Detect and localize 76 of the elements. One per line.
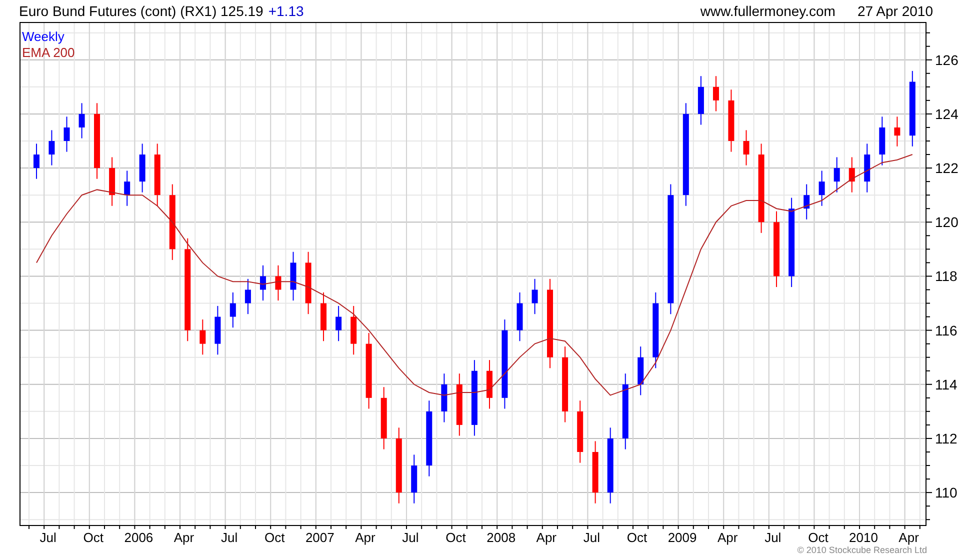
candle [864,143,870,193]
x-tick-label: Oct [808,530,828,545]
x-tick-label: Oct [626,530,648,545]
x-tick-label: Jul [583,530,600,545]
y-tick-label: 112 [935,430,958,446]
candle [743,130,750,166]
x-tick-label: 2007 [305,530,334,545]
candle [380,386,387,450]
candle [728,89,734,152]
candle [577,400,584,464]
candle [350,305,357,356]
candle [214,305,221,356]
x-tick-label: 2010 [849,530,878,545]
candle [200,318,206,356]
candle [713,76,719,112]
x-tick-label: Oct [446,530,466,545]
x-tick-label: Apr [717,530,738,545]
candle [848,156,855,193]
legend-label: Weekly [22,29,64,44]
candle [78,102,85,139]
x-tick-label: Jul [220,530,238,545]
legend-label: EMA 200 [22,45,75,60]
candle [320,292,326,342]
y-tick-label: 116 [935,322,958,338]
x-tick-label: Apr [174,530,194,545]
x-tick-label: Jul [40,530,56,545]
candle [834,156,840,193]
candle [244,278,251,315]
candle [818,170,825,206]
x-tick-label: Jul [402,530,419,545]
x-tick-label: Jul [764,530,782,545]
candle [456,373,462,436]
candle [486,360,492,410]
chart-title: Euro Bund Futures (cont) (RX1) 125.19 [19,2,264,21]
candle [804,184,810,220]
x-tick-label: 2008 [486,530,516,545]
candle [698,76,704,126]
candle [154,143,160,206]
y-tick-label: 126 [935,52,958,68]
y-tick-label: 118 [935,268,958,284]
candle [411,454,418,504]
candle [894,116,900,147]
candle [124,170,130,206]
candle [230,292,236,328]
candle [336,305,342,342]
chart-date: 27 Apr 2010 [857,2,933,21]
candle [275,264,282,302]
copyright-text: © 2010 Stockcube Research Ltd [797,545,927,557]
x-tick-label: Apr [536,530,557,545]
candle [638,346,644,396]
x-tick-label: Apr [355,530,376,545]
candle [290,251,296,302]
candle [34,143,40,180]
candle [441,373,448,423]
source-url: www.fullermoney.com [700,2,836,21]
candle [109,156,116,206]
candle [260,264,266,302]
y-tick-label: 114 [935,376,958,392]
x-tick-label: Oct [264,530,285,545]
candle [48,130,55,166]
candle [305,251,312,315]
x-tick-label: 2006 [124,530,154,545]
price-change: +1.13 [268,2,304,20]
candle [139,143,146,193]
y-tick-label: 120 [935,214,958,230]
y-tick-label: 122 [935,160,958,176]
candle [592,440,598,504]
candle [516,292,523,342]
candle [532,278,538,315]
x-tick-label: Oct [83,530,104,545]
candle [879,116,886,166]
x-tick-label: 2009 [668,530,697,545]
y-tick-label: 124 [935,106,958,122]
y-tick-label: 110 [935,484,958,501]
candle [64,116,70,152]
x-tick-label: Apr [898,530,919,545]
